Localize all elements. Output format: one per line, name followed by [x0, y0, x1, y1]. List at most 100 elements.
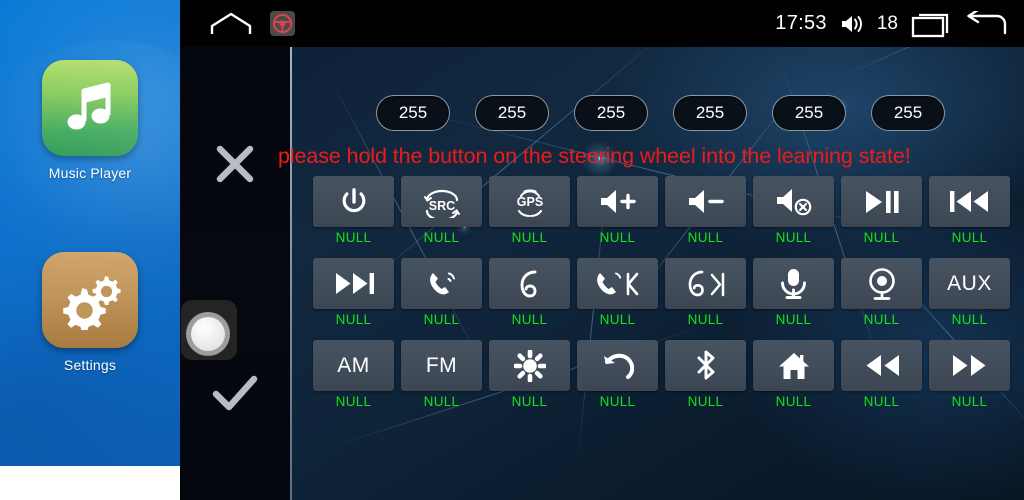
function-button-cell: NULL — [489, 340, 570, 409]
function-button-microphone[interactable] — [753, 258, 834, 309]
function-button-previous-track[interactable] — [929, 176, 1010, 227]
steering-wheel-icon[interactable] — [270, 11, 295, 36]
volume-icon[interactable] — [840, 13, 864, 35]
svg-text:SRC: SRC — [428, 199, 454, 213]
warning-message: please hold the button on the steering w… — [278, 144, 911, 168]
home-outline-icon[interactable] — [209, 12, 253, 41]
function-button-label: NULL — [511, 394, 548, 409]
function-button-volume-mute[interactable] — [753, 176, 834, 227]
function-button-cell: NULL — [841, 340, 922, 409]
function-button-cell: AUX NULL — [929, 258, 1010, 327]
function-button-rewind[interactable] — [841, 340, 922, 391]
back-arrow-icon[interactable] — [964, 10, 1008, 37]
svg-text:GPS: GPS — [516, 195, 542, 209]
function-button-cell: NULL — [753, 176, 834, 245]
function-button-aux[interactable]: AUX — [929, 258, 1010, 309]
function-button-label: NULL — [951, 230, 988, 245]
function-button-fm[interactable]: FM — [401, 340, 482, 391]
function-button-back-curved-arrow[interactable] — [577, 340, 658, 391]
previous-track-icon — [949, 189, 990, 214]
function-button-play-pause[interactable] — [841, 176, 922, 227]
function-button-bluetooth[interactable] — [665, 340, 746, 391]
function-button-label: NULL — [863, 394, 900, 409]
status-bar-right: 17:53 18 — [775, 0, 1008, 47]
function-button-call-answer-k[interactable] — [577, 258, 658, 309]
clock: 17:53 — [775, 12, 827, 34]
function-button-home[interactable] — [753, 340, 834, 391]
function-button-gps[interactable]: GPS — [489, 176, 570, 227]
recents-icon[interactable] — [911, 10, 951, 38]
rewind-icon — [863, 353, 901, 378]
volume-up-icon — [599, 187, 637, 216]
adc-value-pill[interactable]: 255 — [574, 95, 648, 131]
function-button-cell: NULL — [753, 258, 834, 327]
next-track-icon — [334, 271, 374, 296]
function-button-call-hangup[interactable] — [489, 258, 570, 309]
function-button-volume-up[interactable] — [577, 176, 658, 227]
function-button-cell: NULL — [489, 258, 570, 327]
power-icon — [339, 187, 369, 217]
adc-value-pill[interactable]: 255 — [475, 95, 549, 131]
function-button-label: NULL — [863, 230, 900, 245]
function-button-grid: NULL SRC NULL GPS NULL NULL NULL NULL NULL NULL NU… — [313, 176, 1018, 422]
call-answer-icon — [426, 269, 458, 299]
settings-tile[interactable] — [42, 252, 138, 348]
function-button-cell: NULL — [665, 340, 746, 409]
function-button-cell: NULL — [313, 176, 394, 245]
function-button-label: NULL — [951, 312, 988, 327]
function-button-cell: NULL — [577, 176, 658, 245]
sidebar-item-settings[interactable]: Settings — [0, 252, 180, 373]
function-button-cell: NULL — [577, 258, 658, 327]
function-button-label: NULL — [423, 312, 460, 327]
screen: Music Player Settings 17:53 18 255 255 2… — [0, 0, 1024, 500]
gps-icon: GPS — [513, 186, 547, 218]
function-button-cell: NULL — [841, 176, 922, 245]
function-button-cell: NULL — [929, 340, 1010, 409]
volume-level: 18 — [876, 12, 898, 34]
function-button-label: NULL — [775, 230, 812, 245]
function-button-fast-forward[interactable] — [929, 340, 1010, 391]
function-button-camera[interactable] — [841, 258, 922, 309]
function-button-label: NULL — [863, 312, 900, 327]
adc-value-pill[interactable]: 255 — [673, 95, 747, 131]
function-button-label: NULL — [687, 312, 724, 327]
function-button-label: NULL — [687, 230, 724, 245]
back-curved-arrow-icon — [602, 351, 634, 380]
function-button-call-hangup-skip[interactable] — [665, 258, 746, 309]
function-button-cell: AM NULL — [313, 340, 394, 409]
function-button-label: NULL — [599, 394, 636, 409]
function-button-cell: NULL — [665, 258, 746, 327]
function-button-am[interactable]: AM — [313, 340, 394, 391]
bluetooth-icon — [691, 350, 721, 381]
adc-value-pill[interactable]: 255 — [376, 95, 450, 131]
function-button-cell: NULL — [401, 258, 482, 327]
function-button-brightness[interactable] — [489, 340, 570, 391]
music-player-tile[interactable] — [42, 60, 138, 156]
play-pause-icon — [864, 189, 900, 215]
function-button-next-track[interactable] — [313, 258, 394, 309]
function-button-label: NULL — [775, 394, 812, 409]
function-button-power[interactable] — [313, 176, 394, 227]
sidebar-item-music-player[interactable]: Music Player — [0, 60, 180, 181]
call-hangup-skip-icon — [685, 269, 727, 299]
function-button-volume-down[interactable] — [665, 176, 746, 227]
function-button-label: NULL — [599, 230, 636, 245]
function-button-label: NULL — [599, 312, 636, 327]
function-button-label: NULL — [423, 394, 460, 409]
function-button-label: NULL — [687, 394, 724, 409]
sidebar-bottom-strip — [0, 466, 180, 500]
sidebar-item-label: Music Player — [48, 165, 132, 181]
adc-value-pill[interactable]: 255 — [772, 95, 846, 131]
app-launcher-sidebar: Music Player Settings — [0, 0, 180, 500]
function-button-call-answer[interactable] — [401, 258, 482, 309]
function-button-src[interactable]: SRC — [401, 176, 482, 227]
main-area: 17:53 18 255 255 255 255 255 255 please … — [180, 0, 1024, 500]
volume-mute-icon — [775, 187, 813, 216]
function-button-cell: NULL — [841, 258, 922, 327]
adc-value-pill[interactable]: 255 — [871, 95, 945, 131]
function-button-cell: NULL — [577, 340, 658, 409]
function-button-label: NULL — [335, 394, 372, 409]
function-button-cell: NULL — [929, 176, 1010, 245]
function-button-row: NULL SRC NULL GPS NULL NULL NULL NULL NULL NULL — [313, 176, 1018, 245]
function-button-row: NULL NULL NULL NULL NULL NULL NULL AUX NULL — [313, 258, 1018, 327]
